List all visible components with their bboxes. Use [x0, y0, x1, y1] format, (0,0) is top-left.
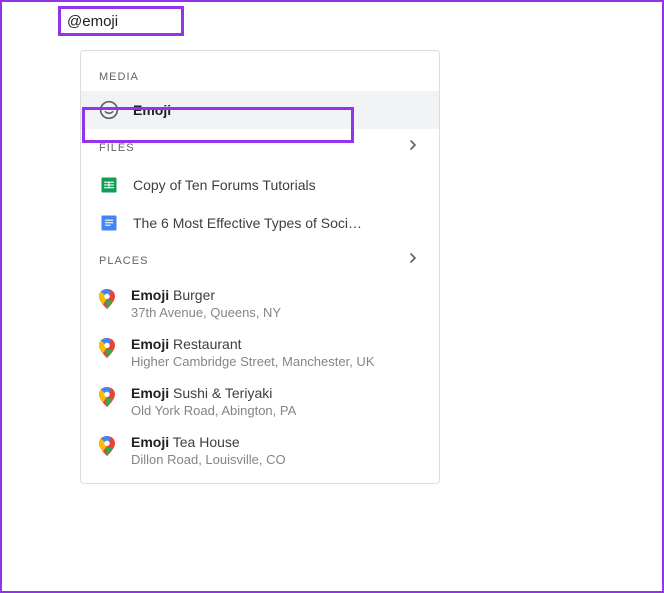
place-content: Emoji Tea House Dillon Road, Louisville,…	[131, 434, 286, 467]
chevron-right-icon	[405, 250, 421, 271]
file-item-sheets[interactable]: Copy of Ten Forums Tutorials	[81, 166, 439, 204]
maps-pin-icon	[99, 338, 115, 358]
place-address: Higher Cambridge Street, Manchester, UK	[131, 354, 375, 369]
place-address: 37th Avenue, Queens, NY	[131, 305, 281, 320]
emoji-item-label: Emoji	[133, 102, 171, 118]
input-text: @emoji	[67, 13, 118, 30]
places-label: PLACES	[99, 255, 148, 267]
place-address: Old York Road, Abington, PA	[131, 403, 296, 418]
media-section-header: MEDIA	[81, 63, 439, 91]
docs-icon	[99, 213, 119, 233]
file-item-docs[interactable]: The 6 Most Effective Types of Soci…	[81, 204, 439, 242]
chevron-right-icon	[405, 137, 421, 158]
place-name: Emoji Burger	[131, 287, 281, 303]
files-section-header[interactable]: FILES	[81, 129, 439, 166]
place-content: Emoji Restaurant Higher Cambridge Street…	[131, 336, 375, 369]
place-content: Emoji Sushi & Teriyaki Old York Road, Ab…	[131, 385, 296, 418]
place-item-1[interactable]: Emoji Restaurant Higher Cambridge Street…	[81, 328, 439, 377]
place-item-2[interactable]: Emoji Sushi & Teriyaki Old York Road, Ab…	[81, 377, 439, 426]
place-name: Emoji Restaurant	[131, 336, 375, 352]
mention-input-box[interactable]: @emoji	[58, 6, 184, 36]
sheets-icon	[99, 175, 119, 195]
place-item-3[interactable]: Emoji Tea House Dillon Road, Louisville,…	[81, 426, 439, 475]
file-item-label: The 6 Most Effective Types of Soci…	[133, 215, 362, 231]
media-label: MEDIA	[99, 71, 139, 83]
mention-dropdown: MEDIA Emoji FILES Copy of Ten Forums Tut…	[80, 50, 440, 484]
maps-pin-icon	[99, 387, 115, 407]
files-label: FILES	[99, 142, 135, 154]
places-section-header[interactable]: PLACES	[81, 242, 439, 279]
place-item-0[interactable]: Emoji Burger 37th Avenue, Queens, NY	[81, 279, 439, 328]
maps-pin-icon	[99, 289, 115, 309]
file-item-label: Copy of Ten Forums Tutorials	[133, 177, 316, 193]
place-name: Emoji Sushi & Teriyaki	[131, 385, 296, 401]
maps-pin-icon	[99, 436, 115, 456]
place-name: Emoji Tea House	[131, 434, 286, 450]
emoji-item[interactable]: Emoji	[81, 91, 439, 129]
smile-icon	[99, 100, 119, 120]
place-address: Dillon Road, Louisville, CO	[131, 452, 286, 467]
place-content: Emoji Burger 37th Avenue, Queens, NY	[131, 287, 281, 320]
